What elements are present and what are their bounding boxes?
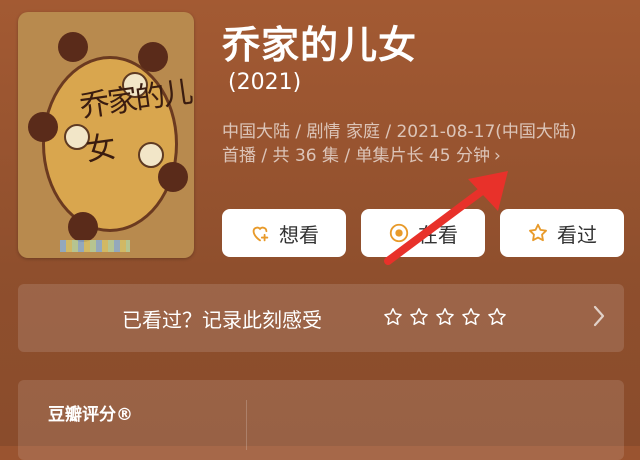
poster-figure xyxy=(58,32,88,62)
poster-figure xyxy=(68,212,98,242)
star-outline-icon xyxy=(529,223,547,242)
red-arrow-annotation xyxy=(384,171,508,265)
record-feelings-bar[interactable]: 已看过？记录此刻感受 xyxy=(18,284,624,352)
douban-rating-panel: 豆瓣评分® xyxy=(18,380,624,460)
heart-plus-icon xyxy=(252,226,269,242)
poster-image[interactable]: 乔家的儿女 xyxy=(18,12,194,258)
poster-figure xyxy=(138,42,168,72)
douban-rating-label: 豆瓣评分® xyxy=(48,405,133,425)
rating-divider xyxy=(246,400,247,450)
meta-line-2-text: 首播 / 共 36 集 / 单集片长 45 分钟 xyxy=(222,146,490,166)
poster-blurred-credits xyxy=(60,240,130,252)
release-year: (2021) xyxy=(228,70,302,95)
want-to-watch-label: 想看 xyxy=(279,222,319,247)
record-prompt: 已看过？记录此刻感受 xyxy=(122,308,322,332)
star-icon[interactable] xyxy=(408,306,430,328)
watched-label: 看过 xyxy=(557,222,597,247)
star-icon[interactable] xyxy=(434,306,456,328)
want-to-watch-button[interactable]: 想看 xyxy=(222,209,346,257)
star-icon[interactable] xyxy=(382,306,404,328)
poster-figure xyxy=(158,162,188,192)
star-icon[interactable] xyxy=(460,306,482,328)
movie-meta[interactable]: 中国大陆 / 剧情 家庭 / 2021-08-17(中国大陆) 首播 / 共 3… xyxy=(222,120,632,168)
star-rating[interactable] xyxy=(382,306,508,328)
page-title: 乔家的儿女 xyxy=(222,23,418,67)
poster-figure xyxy=(28,112,58,142)
chevron-right-icon: › xyxy=(493,146,501,166)
star-icon[interactable] xyxy=(486,306,508,328)
meta-line-1: 中国大陆 / 剧情 家庭 / 2021-08-17(中国大陆) xyxy=(222,122,577,142)
chevron-right-icon[interactable] xyxy=(592,304,606,328)
poster-title-art: 乔家的儿女 xyxy=(77,74,194,169)
